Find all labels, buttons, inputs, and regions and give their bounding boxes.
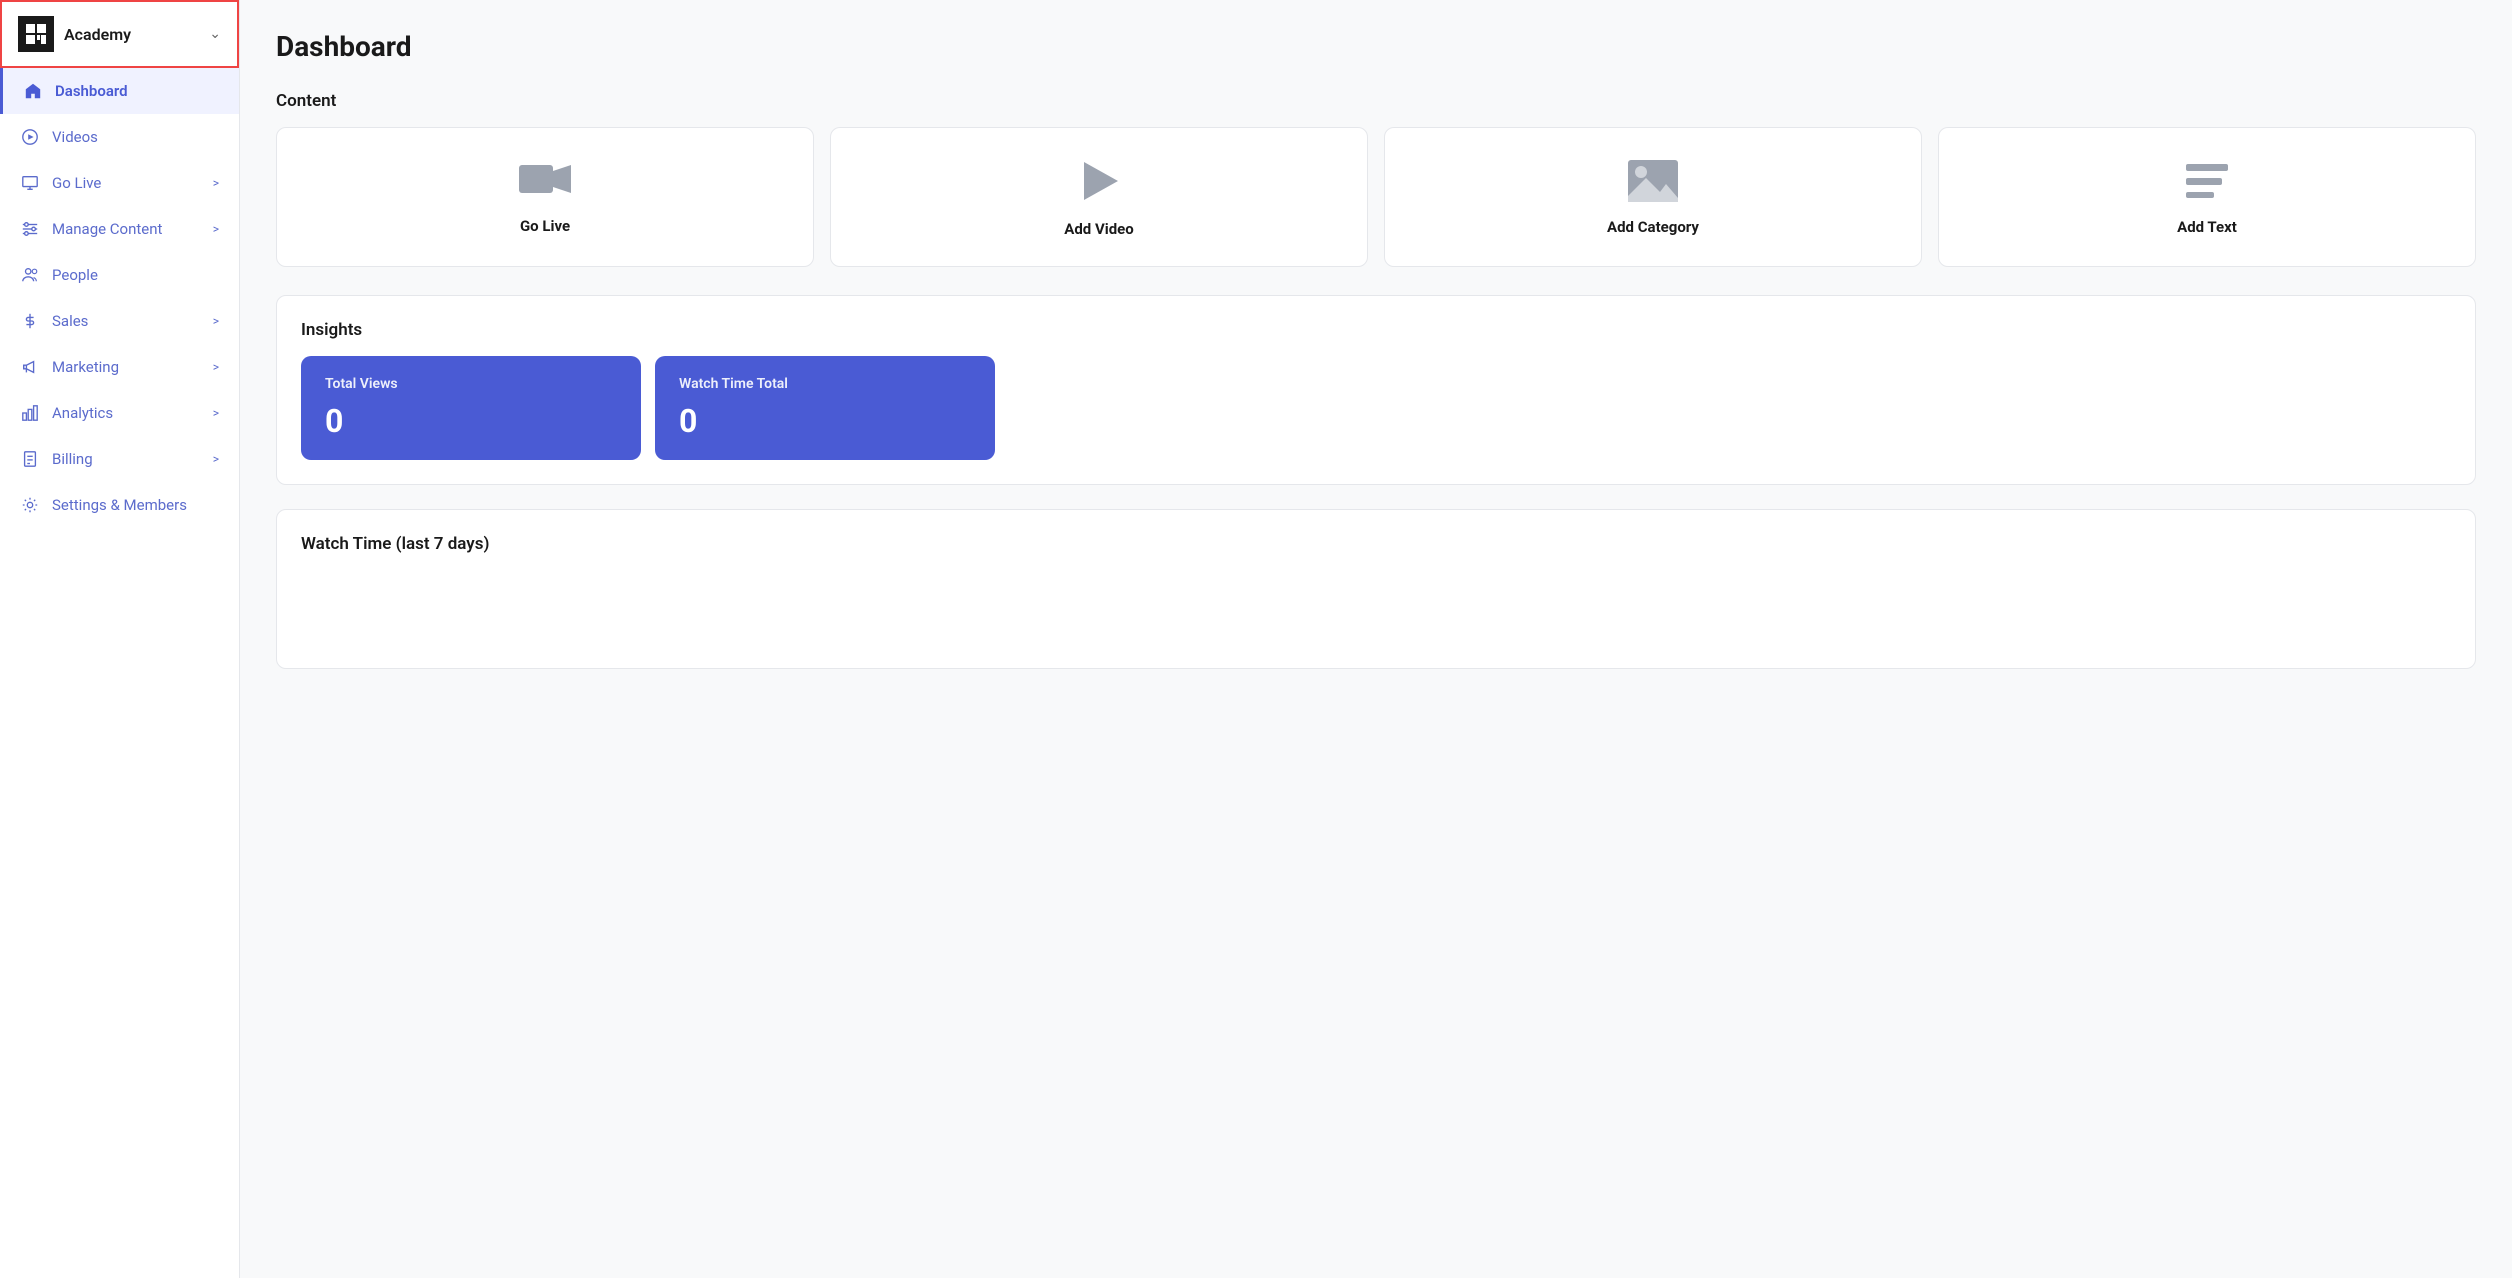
- insights-cards-grid: Total Views 0 Watch Time Total 0: [301, 356, 2451, 460]
- sidebar-item-settings[interactable]: Settings & Members: [0, 482, 239, 528]
- play-triangle-icon: [1074, 156, 1124, 206]
- add-video-card[interactable]: Add Video: [830, 127, 1368, 267]
- content-cards-grid: Go Live Add Video: [276, 127, 2476, 267]
- sidebar-label-analytics: Analytics: [52, 404, 113, 422]
- logo-icon: [18, 16, 54, 52]
- users-icon: [20, 265, 40, 285]
- page-title: Dashboard: [276, 30, 2476, 63]
- sidebar-label-billing: Billing: [52, 450, 93, 468]
- add-text-card[interactable]: Add Text: [1938, 127, 2476, 267]
- sidebar-label-go-live: Go Live: [52, 174, 101, 192]
- go-live-chevron-icon: >: [213, 176, 219, 190]
- sidebar-label-dashboard: Dashboard: [55, 82, 128, 100]
- sidebar: Academy ⌄ Dashboard Videos G: [0, 0, 240, 1278]
- gear-icon: [20, 495, 40, 515]
- manage-content-chevron-icon: >: [213, 222, 219, 236]
- sidebar-item-sales[interactable]: Sales >: [0, 298, 239, 344]
- sidebar-item-videos[interactable]: Videos: [0, 114, 239, 160]
- insights-section-title: Insights: [301, 320, 2451, 340]
- text-lines-icon: [2180, 158, 2234, 204]
- watch-time-value: 0: [679, 402, 971, 440]
- analytics-chevron-icon: >: [213, 406, 219, 420]
- sidebar-label-marketing: Marketing: [52, 358, 119, 376]
- megaphone-icon: [20, 357, 40, 377]
- sidebar-item-go-live[interactable]: Go Live >: [0, 160, 239, 206]
- add-text-card-label: Add Text: [2177, 218, 2237, 236]
- add-category-card-label: Add Category: [1607, 218, 1699, 236]
- billing-chevron-icon: >: [213, 452, 219, 466]
- total-views-card: Total Views 0: [301, 356, 641, 460]
- watch-time-label: Watch Time Total: [679, 376, 971, 392]
- logo-chevron-icon: ⌄: [209, 26, 221, 42]
- main-content: Dashboard Content Go Live: [240, 0, 2512, 1278]
- total-views-label: Total Views: [325, 376, 617, 392]
- watch-time-section-title: Watch Time (last 7 days): [301, 534, 2451, 554]
- marketing-chevron-icon: >: [213, 360, 219, 374]
- sliders-icon: [20, 219, 40, 239]
- sidebar-label-videos: Videos: [52, 128, 98, 146]
- logo-text: Academy: [64, 25, 199, 44]
- image-icon: [1626, 158, 1680, 204]
- file-text-icon: [20, 449, 40, 469]
- sidebar-item-dashboard[interactable]: Dashboard: [0, 68, 239, 114]
- sidebar-item-people[interactable]: People: [0, 252, 239, 298]
- sidebar-item-marketing[interactable]: Marketing >: [0, 344, 239, 390]
- add-category-card[interactable]: Add Category: [1384, 127, 1922, 267]
- go-live-card-label: Go Live: [520, 217, 570, 235]
- sidebar-item-billing[interactable]: Billing >: [0, 436, 239, 482]
- sidebar-label-sales: Sales: [52, 312, 88, 330]
- insights-section: Insights Total Views 0 Watch Time Total …: [276, 295, 2476, 485]
- sidebar-item-analytics[interactable]: Analytics >: [0, 390, 239, 436]
- content-section-title: Content: [276, 91, 2476, 111]
- sidebar-item-manage-content[interactable]: Manage Content >: [0, 206, 239, 252]
- sales-chevron-icon: >: [213, 314, 219, 328]
- dollar-icon: [20, 311, 40, 331]
- monitor-icon: [20, 173, 40, 193]
- bar-chart-icon: [20, 403, 40, 423]
- total-views-value: 0: [325, 402, 617, 440]
- watch-time-total-card: Watch Time Total 0: [655, 356, 995, 460]
- play-circle-icon: [20, 127, 40, 147]
- home-icon: [23, 81, 43, 101]
- sidebar-label-manage-content: Manage Content: [52, 220, 162, 238]
- watch-time-section: Watch Time (last 7 days): [276, 509, 2476, 669]
- sidebar-label-settings: Settings & Members: [52, 496, 187, 514]
- go-live-card[interactable]: Go Live: [276, 127, 814, 267]
- logo-button[interactable]: Academy ⌄: [0, 0, 239, 68]
- content-section: Content Go Live Add Vid: [276, 91, 2476, 267]
- add-video-card-label: Add Video: [1064, 220, 1133, 238]
- sidebar-label-people: People: [52, 266, 98, 284]
- video-camera-icon: [517, 159, 573, 203]
